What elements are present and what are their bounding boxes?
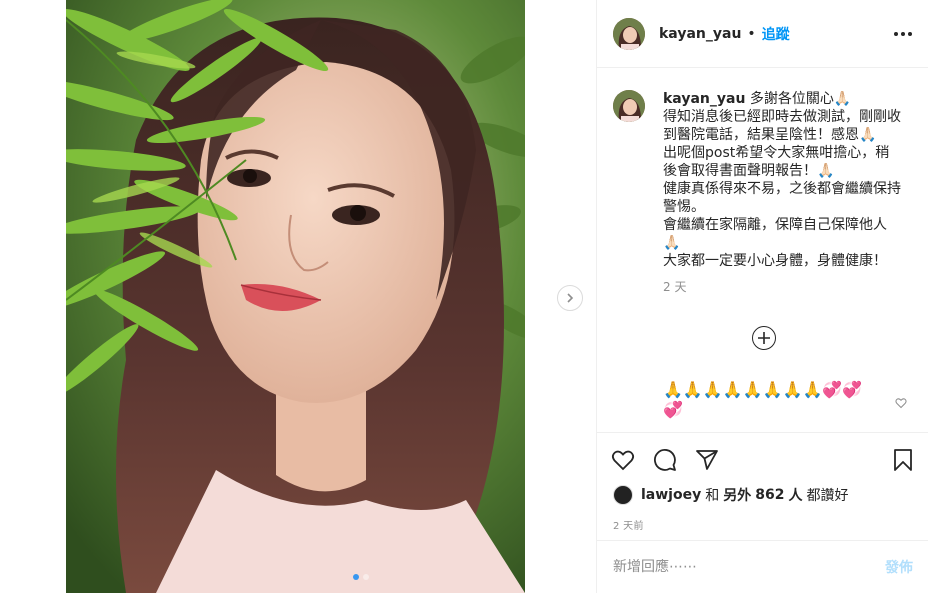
likes-summary: lawjoey 和 另外 862 人 都讚好 <box>613 485 852 505</box>
comment-button[interactable] <box>653 448 677 472</box>
carousel-dot-active <box>353 574 359 580</box>
carousel-dot <box>363 574 369 580</box>
avatar-image <box>613 90 645 122</box>
post-comment-button[interactable]: 發佈 <box>885 557 913 577</box>
caption-line: 得知消息後已經即時去做測試，剛剛收到醫院電話，結果呈陰性！感恩🙏🏻 <box>663 109 901 143</box>
post-side-panel: kayan_yau • 追蹤 kayan_yau 多謝各位關心🙏🏻 得知消息後已… <box>596 0 928 593</box>
comment-input[interactable] <box>613 559 885 575</box>
caption-body: kayan_yau 多謝各位關心🙏🏻 得知消息後已經即時去做測試，剛剛收到醫院電… <box>663 90 903 296</box>
post-header: kayan_yau • 追蹤 <box>597 0 928 68</box>
liker-username[interactable]: lawjoey <box>641 487 701 503</box>
caption-timestamp[interactable]: 2 天 <box>663 278 903 296</box>
heart-icon <box>611 450 635 470</box>
caption-username[interactable]: kayan_yau <box>663 91 745 107</box>
author-avatar[interactable] <box>613 17 645 50</box>
caption-line: 大家都一定要小心身體，身體健康！ <box>663 253 887 269</box>
media-left-gap <box>0 0 66 593</box>
likes-liked-label: 都讚好 <box>806 488 849 504</box>
caption-line: 健康真係得來不易，之後都會繼續保持警惕。 <box>663 181 901 215</box>
bookmark-icon <box>894 448 912 471</box>
chevron-right-icon <box>567 293 574 303</box>
like-button[interactable] <box>611 448 635 472</box>
save-button[interactable] <box>891 448 915 472</box>
likes-count[interactable]: 862 <box>755 487 784 503</box>
plus-icon <box>758 332 770 344</box>
caption-author-avatar[interactable] <box>613 90 645 122</box>
avatar-image <box>613 17 645 50</box>
caption-line: 出呢個post希望令大家無咁擔心，稍後會取得書面聲明報告！🙏🏻 <box>663 145 890 179</box>
caption-line: 會繼續在家隔離，保障自己保障他人🙏🏻 <box>663 217 887 251</box>
post-actions-bar <box>597 432 928 486</box>
likes-and: 和 <box>705 488 720 504</box>
next-slide-button[interactable] <box>557 285 583 311</box>
post-photo[interactable] <box>66 0 525 593</box>
add-comment-bar: 發佈 <box>597 540 928 593</box>
carousel-indicator <box>353 574 369 580</box>
liker-avatar[interactable] <box>613 485 633 505</box>
comments-section: kayan_yau 多謝各位關心🙏🏻 得知消息後已經即時去做測試，剛剛收到醫院電… <box>597 68 928 432</box>
heart-icon <box>895 398 907 409</box>
instagram-post-page: kayan_yau • 追蹤 kayan_yau 多謝各位關心🙏🏻 得知消息後已… <box>0 0 928 593</box>
load-more-comments-button[interactable] <box>752 326 776 350</box>
caption-comment: kayan_yau 多謝各位關心🙏🏻 得知消息後已經即時去做測試，剛剛收到醫院電… <box>613 90 913 296</box>
comment-like-button[interactable] <box>895 394 907 413</box>
share-icon <box>696 449 718 470</box>
likes-others-prefix[interactable]: 另外 <box>723 485 751 505</box>
post-timestamp[interactable]: 2 天前 <box>613 517 644 532</box>
comment-icon <box>654 448 676 471</box>
header-separator: • <box>747 25 756 42</box>
likes-others-suffix[interactable]: 人 <box>788 485 802 505</box>
more-options-icon[interactable] <box>894 31 912 36</box>
author-username[interactable]: kayan_yau <box>659 26 741 42</box>
caption-line: 多謝各位關心🙏🏻 <box>749 91 852 107</box>
portrait-illustration <box>66 0 525 593</box>
share-button[interactable] <box>695 448 719 472</box>
follow-button[interactable]: 追蹤 <box>762 24 790 44</box>
comment-text: 🙏🙏🙏🙏🙏🙏🙏🙏💞💞💞 <box>663 380 863 419</box>
